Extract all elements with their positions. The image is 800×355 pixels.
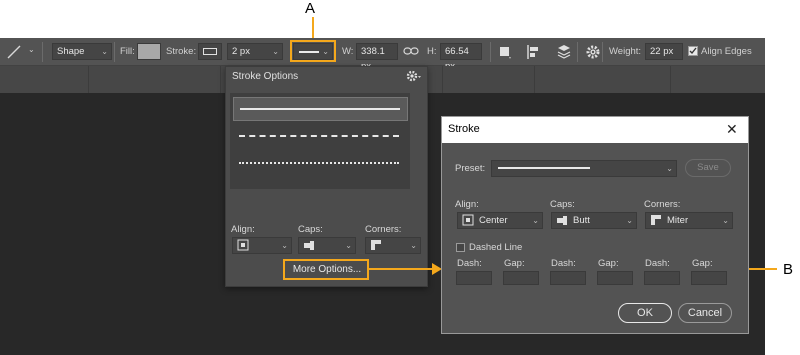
options-bar: ⌄ Shape ⌄ Fill: Stroke: 2 px ⌄ ⌄ W: 338.… — [0, 38, 765, 72]
ok-button[interactable]: OK — [618, 303, 672, 323]
fill-label: Fill: — [120, 46, 135, 57]
gear-icon[interactable] — [406, 70, 422, 82]
stroke-preset-dotted[interactable] — [233, 151, 408, 175]
stroke-options-panel: Stroke Options Align: Caps: Corners: ⌄ ⌄… — [225, 66, 428, 287]
dash-field-1[interactable] — [456, 271, 492, 285]
weight-field[interactable]: 22 px — [645, 43, 683, 60]
align-label: Align: — [231, 224, 255, 235]
callout-label-b: B — [783, 261, 794, 278]
callout-box-a — [290, 40, 336, 62]
chevron-down-icon: ⌄ — [101, 47, 108, 56]
close-icon[interactable]: ✕ — [726, 121, 738, 138]
preset-label: Preset: — [455, 163, 486, 174]
height-field[interactable]: 66.54 px — [440, 43, 482, 72]
dash-label-1: Dash: — [457, 258, 482, 269]
height-label: H: — [427, 46, 437, 57]
corners-dropdown[interactable]: ⌄ — [365, 237, 421, 254]
corners-value: Miter — [667, 215, 689, 226]
stroke-width-value: 2 px — [232, 46, 250, 57]
stroke-preset-dashed[interactable] — [233, 124, 408, 148]
width-field[interactable]: 338.1 px — [356, 43, 398, 72]
align-edges-checkbox[interactable] — [688, 46, 698, 56]
stroke-swatch[interactable] — [198, 43, 222, 60]
chevron-down-icon: ⌄ — [722, 216, 729, 225]
save-label: Save — [697, 162, 719, 173]
dash-field-3[interactable] — [644, 271, 680, 285]
dash-label-2: Dash: — [551, 258, 576, 269]
fill-swatch[interactable] — [137, 43, 161, 60]
caps-value: Butt — [573, 215, 590, 226]
align-dropdown[interactable]: ⌄ — [232, 237, 292, 254]
align-center-icon — [462, 214, 474, 226]
gap-field-2[interactable] — [597, 271, 633, 285]
caps-label: Caps: — [298, 224, 323, 235]
stroke-preset-solid[interactable] — [233, 97, 408, 121]
align-label: Align: — [455, 199, 479, 210]
mode-value: Shape — [57, 46, 85, 57]
gap-field-1[interactable] — [503, 271, 539, 285]
dashed-line-label: Dashed Line — [469, 242, 523, 253]
chevron-down-icon: ⌄ — [345, 241, 352, 250]
dash-field-2[interactable] — [550, 271, 586, 285]
path-arrangement-icon[interactable] — [555, 43, 573, 61]
link-icon[interactable] — [403, 46, 419, 56]
stroke-width-dropdown[interactable]: 2 px ⌄ — [227, 43, 283, 60]
stroke-dialog: Stroke ✕ Preset: ⌄ Save Align: Caps: Cor… — [441, 116, 749, 334]
ok-label: OK — [637, 307, 653, 319]
chevron-down-icon: ⌄ — [666, 164, 673, 173]
align-value: Center — [479, 215, 508, 226]
solid-line-sample — [498, 167, 590, 169]
chevron-down-icon: ⌄ — [410, 241, 417, 250]
corners-label: Corners: — [644, 199, 681, 210]
gap-label-2: Gap: — [598, 258, 619, 269]
align-dropdown[interactable]: Center ⌄ — [457, 212, 543, 229]
tool-preset-chevron-icon[interactable]: ⌄ — [28, 45, 35, 54]
butt-cap-icon — [557, 216, 567, 225]
cancel-button[interactable]: Cancel — [678, 303, 732, 323]
weight-label: Weight: — [609, 46, 642, 57]
dash-label-3: Dash: — [645, 258, 670, 269]
chevron-down-icon: ⌄ — [281, 241, 288, 250]
corners-label: Corners: — [365, 224, 402, 235]
save-button[interactable]: Save — [685, 159, 731, 177]
width-label: W: — [342, 46, 354, 57]
callout-line-b — [749, 268, 777, 270]
miter-corner-icon — [651, 215, 661, 225]
stroke-label: Stroke: — [166, 46, 197, 57]
align-edges-label: Align Edges — [701, 46, 752, 57]
path-alignment-icon[interactable] — [526, 44, 542, 60]
caps-label: Caps: — [550, 199, 575, 210]
caps-dropdown[interactable]: Butt ⌄ — [551, 212, 637, 229]
gear-icon[interactable] — [585, 44, 601, 60]
miter-corner-icon — [371, 240, 381, 250]
path-operations-icon[interactable] — [497, 44, 513, 60]
checkmark-icon — [689, 47, 697, 55]
callout-label-a: A — [305, 0, 316, 17]
gap-label-1: Gap: — [504, 258, 525, 269]
dashed-line-checkbox[interactable] — [456, 243, 465, 252]
dialog-titlebar: Stroke ✕ — [442, 117, 748, 143]
line-tool-icon[interactable] — [6, 44, 22, 60]
caps-dropdown[interactable]: ⌄ — [298, 237, 356, 254]
callout-box-more-options — [283, 259, 369, 280]
callout-arrow-line — [369, 268, 433, 270]
butt-cap-icon — [304, 241, 314, 250]
cancel-label: Cancel — [687, 307, 723, 319]
mode-dropdown[interactable]: Shape ⌄ — [52, 43, 112, 60]
chevron-down-icon: ⌄ — [532, 216, 539, 225]
chevron-down-icon: ⌄ — [272, 47, 279, 56]
panel-title: Stroke Options — [232, 71, 299, 82]
gap-label-3: Gap: — [692, 258, 713, 269]
preset-dropdown[interactable]: ⌄ — [491, 160, 677, 177]
gap-field-3[interactable] — [691, 271, 727, 285]
align-center-icon — [237, 239, 249, 251]
dialog-title: Stroke — [448, 123, 480, 135]
corners-dropdown[interactable]: Miter ⌄ — [645, 212, 733, 229]
chevron-down-icon: ⌄ — [626, 216, 633, 225]
